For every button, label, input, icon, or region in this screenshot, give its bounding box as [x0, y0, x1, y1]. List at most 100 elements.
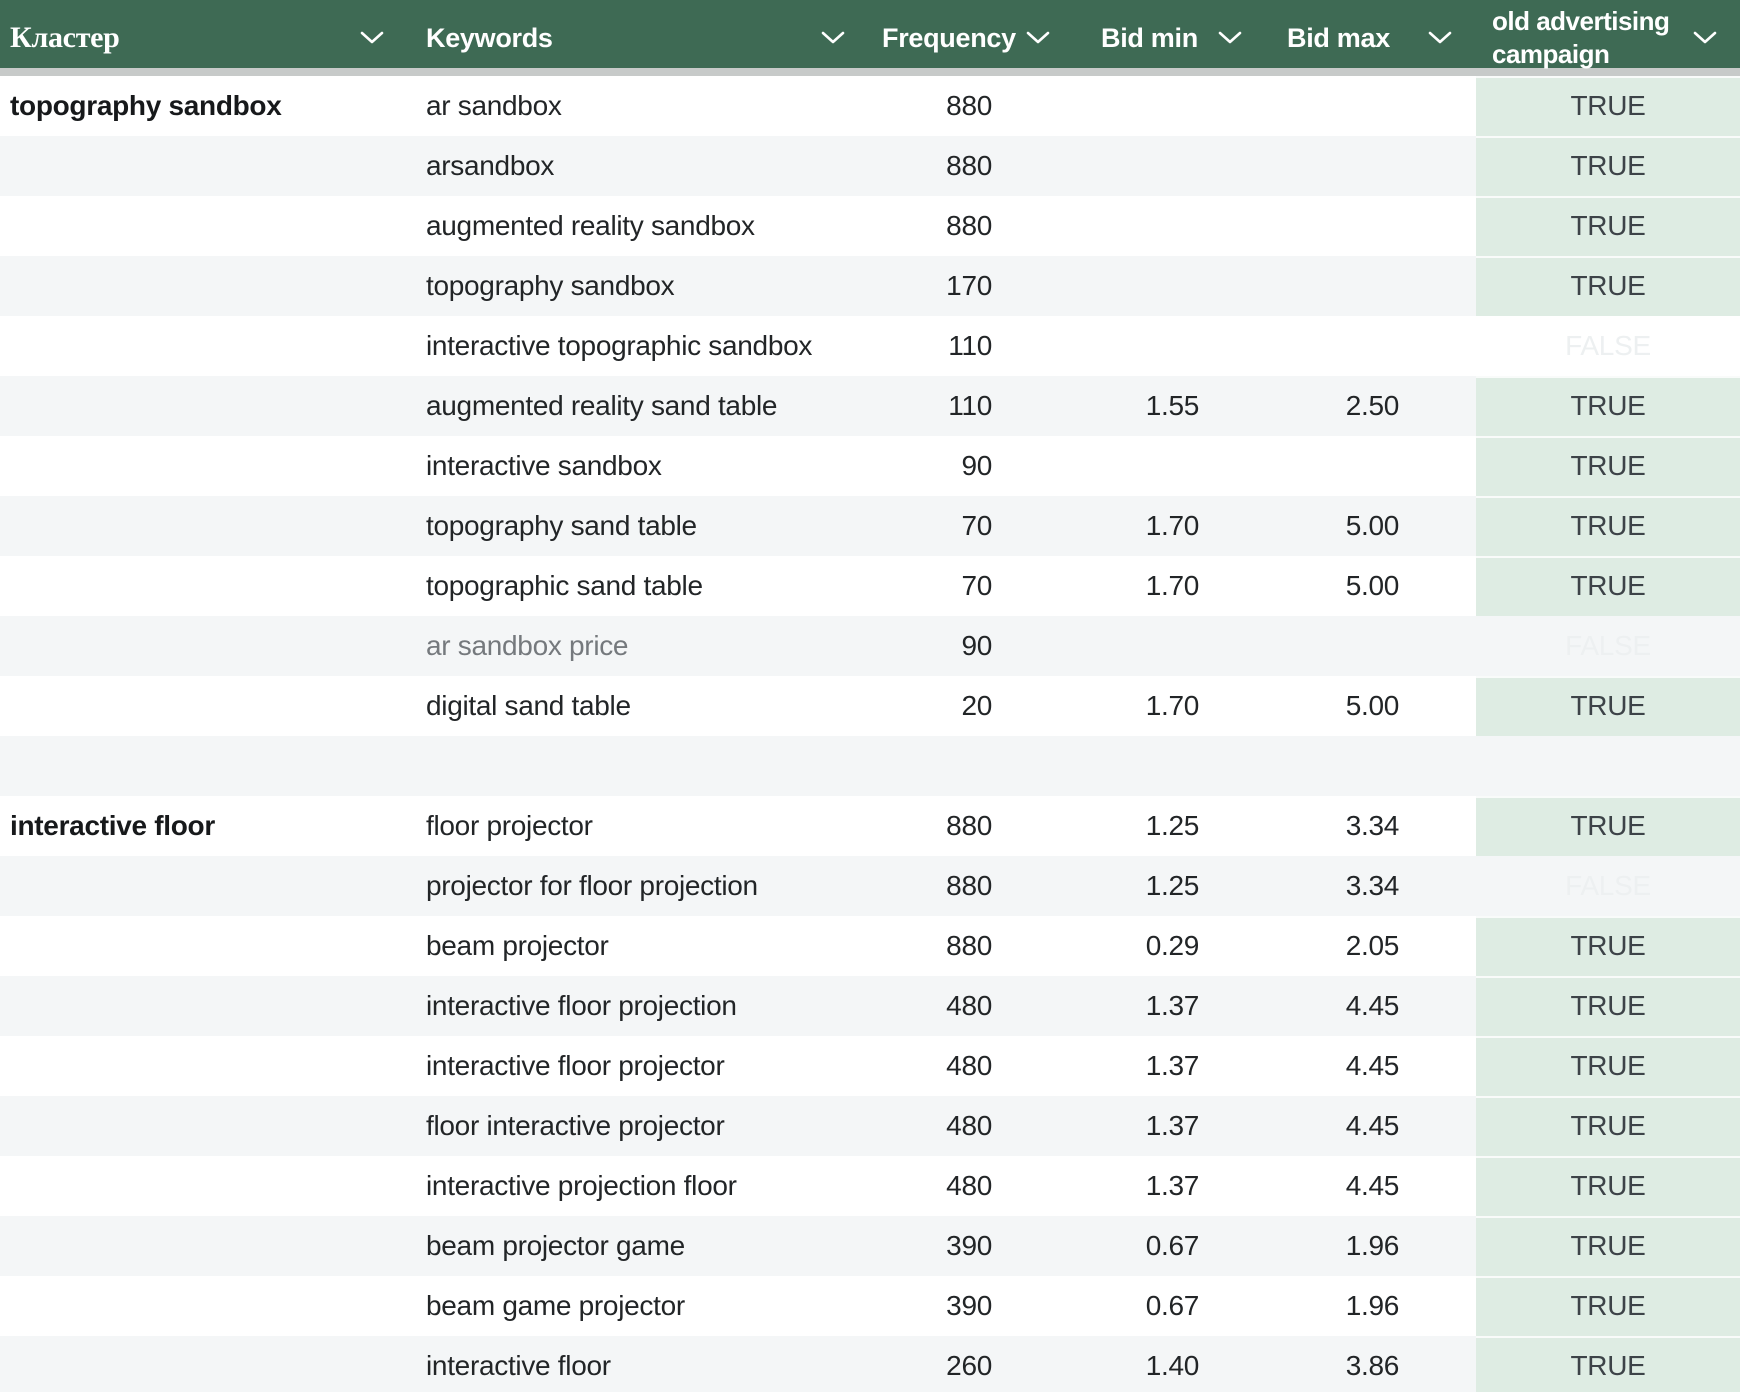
bid-min-cell[interactable]: 1.25: [1062, 856, 1262, 916]
frequency-cell[interactable]: 170: [860, 256, 1062, 316]
frequency-cell[interactable]: 480: [860, 1036, 1062, 1096]
campaign-cell[interactable]: TRUE: [1476, 976, 1740, 1036]
keyword-cell[interactable]: digital sand table: [400, 676, 860, 736]
keyword-cell[interactable]: beam projector game: [400, 1216, 860, 1276]
bid-max-cell[interactable]: 3.34: [1262, 796, 1476, 856]
keyword-cell[interactable]: augmented reality sandbox: [400, 196, 860, 256]
bid-max-cell[interactable]: 4.45: [1262, 976, 1476, 1036]
cluster-cell[interactable]: [0, 916, 400, 976]
frequency-cell[interactable]: 880: [860, 76, 1062, 136]
keyword-cell[interactable]: floor projector: [400, 796, 860, 856]
bid-max-cell[interactable]: [1262, 316, 1476, 376]
keyword-cell[interactable]: interactive floor projector: [400, 1036, 860, 1096]
bid-min-cell[interactable]: 1.37: [1062, 1036, 1262, 1096]
bid-max-cell[interactable]: 5.00: [1262, 676, 1476, 736]
frequency-cell[interactable]: 480: [860, 1096, 1062, 1156]
cluster-cell[interactable]: [0, 436, 400, 496]
cluster-cell[interactable]: [0, 556, 400, 616]
frequency-cell[interactable]: 880: [860, 856, 1062, 916]
campaign-cell[interactable]: TRUE: [1476, 1336, 1740, 1392]
bid-max-cell[interactable]: 4.45: [1262, 1096, 1476, 1156]
bid-max-cell[interactable]: 4.45: [1262, 1036, 1476, 1096]
frequency-cell[interactable]: 390: [860, 1216, 1062, 1276]
campaign-cell[interactable]: TRUE: [1476, 1276, 1740, 1336]
chevron-down-icon[interactable]: [1428, 31, 1452, 45]
bid-max-cell[interactable]: 1.96: [1262, 1276, 1476, 1336]
keyword-cell[interactable]: topographic sand table: [400, 556, 860, 616]
bid-max-cell[interactable]: [1262, 436, 1476, 496]
campaign-cell[interactable]: TRUE: [1476, 136, 1740, 196]
campaign-cell[interactable]: FALSE: [1476, 316, 1740, 376]
chevron-down-icon[interactable]: [1026, 31, 1050, 45]
campaign-cell[interactable]: TRUE: [1476, 1036, 1740, 1096]
bid-min-cell[interactable]: 0.67: [1062, 1276, 1262, 1336]
bid-max-cell[interactable]: [1262, 76, 1476, 136]
frequency-cell[interactable]: 110: [860, 316, 1062, 376]
bid-max-cell[interactable]: 5.00: [1262, 496, 1476, 556]
keyword-cell[interactable]: beam projector: [400, 916, 860, 976]
chevron-down-icon[interactable]: [1693, 31, 1717, 45]
frequency-cell[interactable]: 90: [860, 436, 1062, 496]
campaign-cell[interactable]: TRUE: [1476, 376, 1740, 436]
keyword-cell[interactable]: floor interactive projector: [400, 1096, 860, 1156]
cluster-cell[interactable]: [0, 196, 400, 256]
campaign-cell[interactable]: FALSE: [1476, 856, 1740, 916]
campaign-cell[interactable]: TRUE: [1476, 916, 1740, 976]
header-cell-frequency[interactable]: Frequency: [860, 0, 1062, 71]
chevron-down-icon[interactable]: [1218, 31, 1242, 45]
bid-min-cell[interactable]: [1062, 616, 1262, 676]
frequency-cell[interactable]: 70: [860, 556, 1062, 616]
frequency-cell[interactable]: 70: [860, 496, 1062, 556]
keyword-cell[interactable]: interactive topographic sandbox: [400, 316, 860, 376]
bid-min-cell[interactable]: [1062, 436, 1262, 496]
bid-max-cell[interactable]: 3.34: [1262, 856, 1476, 916]
keyword-cell[interactable]: projector for floor projection: [400, 856, 860, 916]
bid-min-cell[interactable]: [1062, 136, 1262, 196]
campaign-cell[interactable]: TRUE: [1476, 76, 1740, 136]
cluster-cell[interactable]: [0, 1216, 400, 1276]
keyword-cell[interactable]: ar sandbox: [400, 76, 860, 136]
bid-min-cell[interactable]: [1062, 256, 1262, 316]
cluster-cell[interactable]: [0, 976, 400, 1036]
frequency-cell[interactable]: 110: [860, 376, 1062, 436]
bid-min-cell[interactable]: 0.67: [1062, 1216, 1262, 1276]
bid-min-cell[interactable]: 1.37: [1062, 1096, 1262, 1156]
cluster-cell[interactable]: [0, 616, 400, 676]
keyword-cell[interactable]: topography sand table: [400, 496, 860, 556]
cluster-cell[interactable]: topography sandbox: [0, 76, 400, 136]
frequency-cell[interactable]: 480: [860, 976, 1062, 1036]
header-cell-keywords[interactable]: Keywords: [400, 0, 860, 71]
cluster-cell[interactable]: [0, 1276, 400, 1336]
bid-max-cell[interactable]: 1.96: [1262, 1216, 1476, 1276]
campaign-cell[interactable]: FALSE: [1476, 616, 1740, 676]
cluster-cell[interactable]: [0, 676, 400, 736]
bid-max-cell[interactable]: [1262, 616, 1476, 676]
bid-min-cell[interactable]: 1.70: [1062, 556, 1262, 616]
campaign-cell[interactable]: TRUE: [1476, 436, 1740, 496]
campaign-cell[interactable]: TRUE: [1476, 256, 1740, 316]
keyword-cell[interactable]: interactive sandbox: [400, 436, 860, 496]
campaign-cell[interactable]: TRUE: [1476, 196, 1740, 256]
cluster-cell[interactable]: [0, 136, 400, 196]
keyword-cell[interactable]: interactive floor projection: [400, 976, 860, 1036]
bid-max-cell[interactable]: [1262, 256, 1476, 316]
bid-min-cell[interactable]: 1.25: [1062, 796, 1262, 856]
keyword-cell[interactable]: interactive projection floor: [400, 1156, 860, 1216]
cluster-cell[interactable]: [0, 376, 400, 436]
campaign-cell[interactable]: TRUE: [1476, 676, 1740, 736]
chevron-down-icon[interactable]: [360, 31, 384, 45]
bid-min-cell[interactable]: [1062, 316, 1262, 376]
bid-max-cell[interactable]: 5.00: [1262, 556, 1476, 616]
bid-min-cell[interactable]: 1.40: [1062, 1336, 1262, 1392]
keyword-cell[interactable]: arsandbox: [400, 136, 860, 196]
campaign-cell[interactable]: TRUE: [1476, 1156, 1740, 1216]
header-cell-cluster[interactable]: Кластер: [0, 0, 400, 71]
header-cell-old-campaign[interactable]: old advertising campaign: [1476, 0, 1740, 71]
frequency-cell[interactable]: 90: [860, 616, 1062, 676]
campaign-cell[interactable]: TRUE: [1476, 1096, 1740, 1156]
cluster-cell[interactable]: [0, 1156, 400, 1216]
cluster-cell[interactable]: [0, 316, 400, 376]
cluster-cell[interactable]: [0, 856, 400, 916]
keyword-cell[interactable]: interactive floor: [400, 1336, 860, 1392]
bid-min-cell[interactable]: 1.55: [1062, 376, 1262, 436]
